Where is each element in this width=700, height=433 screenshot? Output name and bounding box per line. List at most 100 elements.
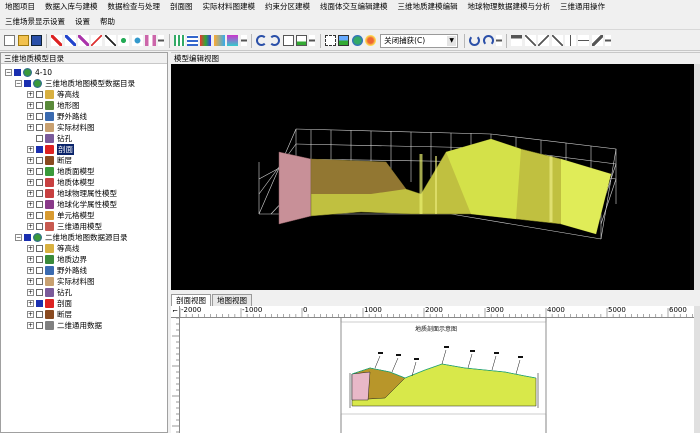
- menu-item[interactable]: 实际材料图建模: [198, 0, 261, 14]
- visibility-checkbox[interactable]: [36, 310, 43, 318]
- rotate-right-icon[interactable]: [482, 35, 494, 46]
- select-all-icon[interactable]: [324, 35, 336, 46]
- visibility-checkbox[interactable]: [36, 211, 43, 219]
- tree-item[interactable]: + 地质体模型: [27, 177, 95, 187]
- pen-blue-icon[interactable]: [64, 35, 76, 46]
- visibility-checkbox[interactable]: [36, 189, 43, 197]
- menu-item[interactable]: 帮助: [95, 15, 120, 29]
- visibility-checkbox[interactable]: [36, 178, 43, 186]
- visibility-checkbox[interactable]: [24, 79, 31, 87]
- dropdown-arrow-icon[interactable]: [309, 35, 316, 46]
- tree-item[interactable]: + 地球化学属性模型: [27, 199, 117, 209]
- line-tool-icon[interactable]: [91, 35, 103, 46]
- expand-icon[interactable]: +: [27, 321, 34, 329]
- open-folder-icon[interactable]: [17, 35, 29, 46]
- menu-item[interactable]: 剖面图: [165, 0, 198, 14]
- pen-red-icon[interactable]: [51, 35, 63, 46]
- connect-icon[interactable]: [144, 35, 156, 46]
- tree-item[interactable]: + 单元格模型: [27, 210, 95, 220]
- save-icon[interactable]: [30, 35, 42, 46]
- visibility-checkbox[interactable]: [36, 266, 43, 274]
- menu-item[interactable]: 数据检查与处理: [103, 0, 166, 14]
- expand-icon[interactable]: +: [27, 266, 34, 274]
- 3d-scene-view[interactable]: [171, 64, 694, 290]
- tab-section-view[interactable]: 剖面视图: [171, 294, 211, 306]
- expand-icon[interactable]: +: [27, 211, 34, 219]
- menu-item[interactable]: 线面体交互编辑建模: [315, 0, 393, 14]
- tree-item[interactable]: + 实际材料图: [27, 122, 95, 132]
- dropdown-arrow-icon[interactable]: [240, 35, 247, 46]
- tree-group-2d-sources[interactable]: − 二维地质地图数据源目录: [15, 232, 128, 242]
- collapse-icon[interactable]: −: [5, 68, 12, 76]
- visibility-checkbox[interactable]: [36, 123, 43, 131]
- collapse-icon[interactable]: −: [15, 233, 22, 241]
- visibility-checkbox[interactable]: [36, 200, 43, 208]
- collapse-icon[interactable]: −: [15, 79, 22, 87]
- expand-icon[interactable]: +: [27, 167, 34, 175]
- menu-item[interactable]: 地图项目: [0, 0, 40, 14]
- expand-icon[interactable]: +: [27, 101, 34, 109]
- dropdown-arrow-icon[interactable]: [158, 35, 165, 46]
- expand-icon[interactable]: +: [27, 200, 34, 208]
- section-canvas[interactable]: 地质剖面示意图: [180, 318, 694, 433]
- tree-item[interactable]: 钻孔: [27, 133, 72, 143]
- tree-item[interactable]: + 地质边界: [27, 254, 87, 264]
- visibility-checkbox[interactable]: [36, 299, 43, 307]
- visibility-checkbox[interactable]: [36, 156, 43, 164]
- visibility-checkbox[interactable]: [36, 244, 43, 252]
- flip-icon[interactable]: [578, 35, 590, 46]
- expand-icon[interactable]: +: [27, 299, 34, 307]
- funnel-icon[interactable]: [511, 35, 523, 46]
- grid-edit-icon[interactable]: [187, 35, 199, 46]
- picture-icon[interactable]: [338, 35, 350, 46]
- rotate-left-icon[interactable]: [469, 35, 481, 46]
- expand-icon[interactable]: +: [27, 189, 34, 197]
- tree-item[interactable]: + 地球物理属性模型: [27, 188, 117, 198]
- tree-item[interactable]: + 断层: [27, 155, 72, 165]
- tree-item[interactable]: + 实际材料图: [27, 276, 95, 286]
- surface-icon[interactable]: [213, 35, 225, 46]
- section-scrollbar[interactable]: [694, 306, 700, 433]
- visibility-checkbox[interactable]: [36, 112, 43, 120]
- expand-icon[interactable]: +: [27, 310, 34, 318]
- delete-line-icon[interactable]: [104, 35, 116, 46]
- split-icon[interactable]: [564, 35, 576, 46]
- expand-icon[interactable]: +: [27, 255, 34, 263]
- expand-icon[interactable]: +: [27, 90, 34, 98]
- tree-item[interactable]: + 地形图: [27, 100, 80, 110]
- tree-item[interactable]: + 三维通用模型: [27, 221, 102, 231]
- expand-icon[interactable]: +: [27, 277, 34, 285]
- tree-item[interactable]: + 地质面模型: [27, 166, 95, 176]
- visibility-checkbox[interactable]: [36, 145, 43, 153]
- palette-icon[interactable]: [200, 35, 212, 46]
- paint-icon[interactable]: [364, 35, 376, 46]
- expand-icon[interactable]: +: [27, 222, 34, 230]
- expand-icon[interactable]: +: [27, 288, 34, 296]
- menu-item[interactable]: 三维场景显示设置: [0, 15, 70, 29]
- menu-item[interactable]: 地球物理数据建模与分析: [463, 0, 556, 14]
- menu-item[interactable]: 三维通用操作: [555, 0, 610, 14]
- expand-icon[interactable]: +: [27, 112, 34, 120]
- menu-item[interactable]: 约束分区建模: [260, 0, 315, 14]
- merge-icon[interactable]: [551, 35, 563, 46]
- node-edit-icon[interactable]: [131, 35, 143, 46]
- tree-item[interactable]: + 剖面: [27, 143, 74, 155]
- cross-icon[interactable]: [538, 35, 550, 46]
- tree-item[interactable]: + 野外路线: [27, 111, 87, 121]
- globe-icon[interactable]: [351, 35, 363, 46]
- visibility-checkbox[interactable]: [36, 321, 43, 329]
- chevron-down-icon[interactable]: ▼: [447, 35, 457, 46]
- grid-tool-icon[interactable]: [173, 35, 185, 46]
- pen-edit-icon[interactable]: [78, 35, 90, 46]
- tree-item[interactable]: + 等高线: [27, 89, 80, 99]
- visibility-checkbox[interactable]: [36, 134, 43, 142]
- tree-group-3d-models[interactable]: − 三维地质地图模型数据目录: [15, 78, 135, 88]
- visibility-checkbox[interactable]: [36, 255, 43, 263]
- properties-icon[interactable]: [282, 35, 294, 46]
- new-file-icon[interactable]: [4, 35, 16, 46]
- expand-icon[interactable]: +: [27, 123, 34, 131]
- scissors-icon[interactable]: [118, 35, 130, 46]
- dropdown-arrow-icon[interactable]: [496, 35, 503, 46]
- tree-item[interactable]: + 野外路线: [27, 265, 87, 275]
- expand-icon[interactable]: +: [27, 156, 34, 164]
